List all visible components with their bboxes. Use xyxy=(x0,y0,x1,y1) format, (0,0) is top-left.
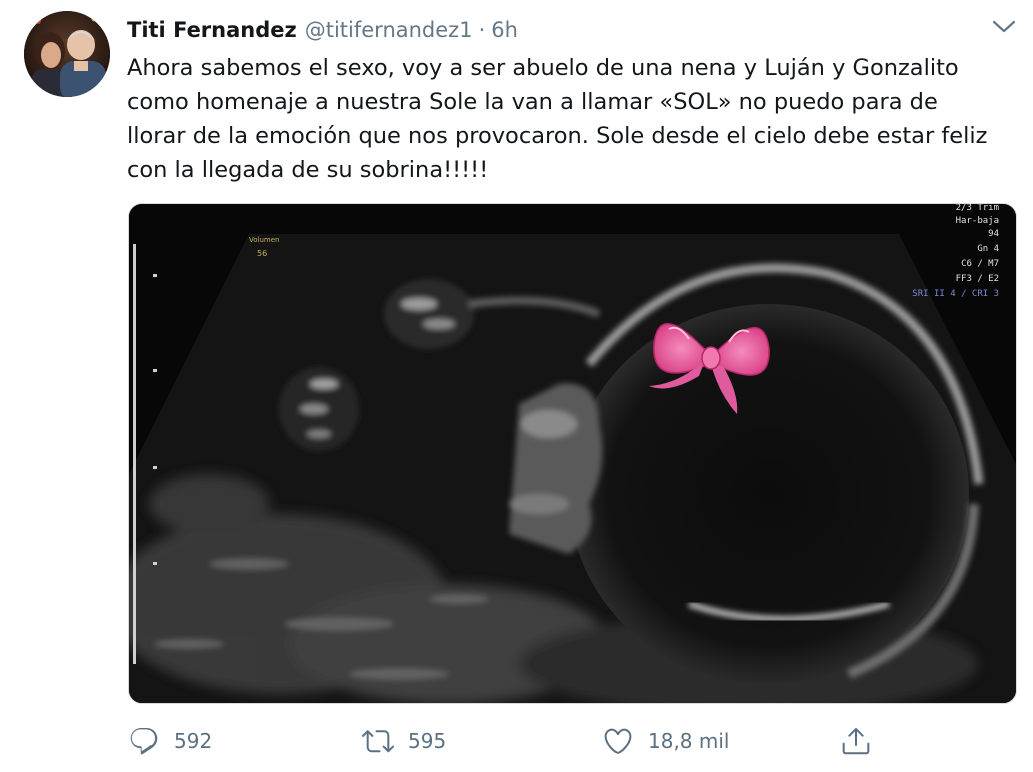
author-name[interactable]: Titi Fernandez xyxy=(127,18,297,42)
tweet-text-line: como homenaje a nuestra Sole la van a ll… xyxy=(127,89,938,115)
reply-count: 592 xyxy=(174,729,213,753)
author-handle[interactable]: @titifernandez1 xyxy=(305,18,473,42)
separator-dot: · xyxy=(478,18,486,42)
tweet-text: Ahora sabemos el sexo, voy a ser abuelo … xyxy=(127,51,1017,187)
share-icon xyxy=(840,725,872,757)
retweet-button[interactable]: 595 xyxy=(362,720,446,762)
tweet-header: Titi Fernandez @titifernandez1 · 6h xyxy=(127,14,518,46)
tweet-media-ultrasound[interactable]: Volumen 56 2/3 Trim Har-baja 94 Gn 4 C6 … xyxy=(128,203,1017,704)
overlay-left-value: 56 xyxy=(257,249,267,258)
overlay-right-line: SRI II 4 / CRI 3 xyxy=(912,289,999,299)
like-count: 18,8 mil xyxy=(648,729,730,753)
timestamp[interactable]: 6h xyxy=(491,18,518,42)
like-button[interactable]: 18,8 mil xyxy=(602,720,729,762)
overlay-right-line: Har-baja xyxy=(956,216,999,226)
overlay-right-line: Gn 4 xyxy=(977,244,999,254)
reply-button[interactable]: 592 xyxy=(128,720,212,762)
reply-icon xyxy=(128,725,160,757)
share-button[interactable] xyxy=(840,720,872,762)
tweet-actions: 592 595 18,8 mil xyxy=(128,720,888,762)
tweet-text-line: Ahora sabemos el sexo, voy a ser abuelo … xyxy=(127,55,959,81)
tweet: Titi Fernandez @titifernandez1 · 6h Ahor… xyxy=(0,0,1033,772)
tweet-text-line: con la llegada de su sobrina!!!!! xyxy=(127,157,489,183)
overlay-right-line: C6 / M7 xyxy=(961,259,999,269)
overlay-right-line: FF3 / E2 xyxy=(956,274,999,284)
avatar[interactable] xyxy=(24,11,110,97)
chevron-down-icon[interactable] xyxy=(990,14,1018,38)
overlay-left-label: Volumen xyxy=(249,236,279,244)
retweet-icon xyxy=(362,725,394,757)
retweet-count: 595 xyxy=(408,729,447,753)
overlay-right-line: 2/3 Trim xyxy=(956,204,999,213)
tweet-text-line: llorar de la emoción que nos provocaron.… xyxy=(127,123,988,149)
heart-icon xyxy=(602,725,634,757)
overlay-right-line: 94 xyxy=(988,229,999,239)
